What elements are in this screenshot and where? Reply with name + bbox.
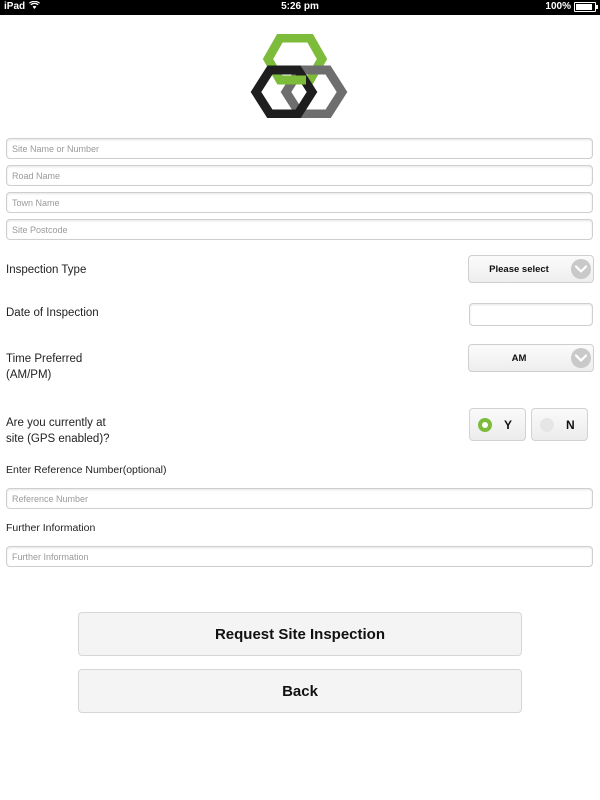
site-name-input[interactable]: [6, 138, 593, 159]
battery-percent: 100%: [545, 1, 571, 12]
town-name-input[interactable]: [6, 192, 593, 213]
at-site-label-line2: site (GPS enabled)?: [6, 433, 110, 445]
further-information-input[interactable]: [6, 546, 593, 567]
device-name: iPad: [4, 1, 26, 12]
status-bar: iPad 5:26 pm 100%: [0, 0, 600, 15]
at-site-label: Are you currently at site (GPS enabled)?: [6, 415, 110, 447]
at-site-no-label: N: [566, 417, 575, 432]
radio-selected-icon: [478, 417, 492, 432]
reference-number-input[interactable]: [6, 488, 593, 509]
status-bar-right: 100%: [545, 1, 598, 12]
inspection-type-label: Inspection Type: [6, 264, 87, 276]
battery-fill: [576, 3, 592, 10]
at-site-no-radio[interactable]: N: [531, 408, 588, 441]
date-of-inspection-input[interactable]: [469, 303, 593, 326]
time-preferred-value: AM: [511, 352, 527, 364]
time-preferred-label-line1: Time Preferred: [6, 353, 83, 365]
back-button[interactable]: Back: [78, 669, 522, 713]
further-information-label: Further Information: [6, 522, 96, 534]
site-postcode-input[interactable]: [6, 219, 593, 240]
radio-unselected-icon: [540, 417, 554, 432]
status-time: 5:26 pm: [281, 1, 319, 12]
at-site-yes-radio[interactable]: Y: [469, 408, 526, 441]
app-logo: [250, 33, 350, 119]
time-preferred-select[interactable]: AM: [468, 344, 594, 372]
at-site-label-line1: Are you currently at: [6, 417, 106, 429]
status-bar-left: iPad: [4, 0, 41, 12]
battery-icon: [574, 1, 598, 12]
time-preferred-label-line2: (AM/PM): [6, 369, 52, 381]
chevron-down-icon: [571, 259, 591, 279]
reference-number-label: Enter Reference Number(optional): [6, 464, 167, 476]
request-site-inspection-button[interactable]: Request Site Inspection: [78, 612, 522, 656]
inspection-type-value: Please select: [489, 263, 549, 275]
chevron-down-icon: [571, 348, 591, 368]
date-of-inspection-label: Date of Inspection: [6, 307, 99, 319]
inspection-type-select[interactable]: Please select: [468, 255, 594, 283]
wifi-icon: [29, 0, 41, 12]
time-preferred-label: Time Preferred (AM/PM): [6, 351, 82, 383]
road-name-input[interactable]: [6, 165, 593, 186]
at-site-yes-label: Y: [504, 417, 513, 432]
